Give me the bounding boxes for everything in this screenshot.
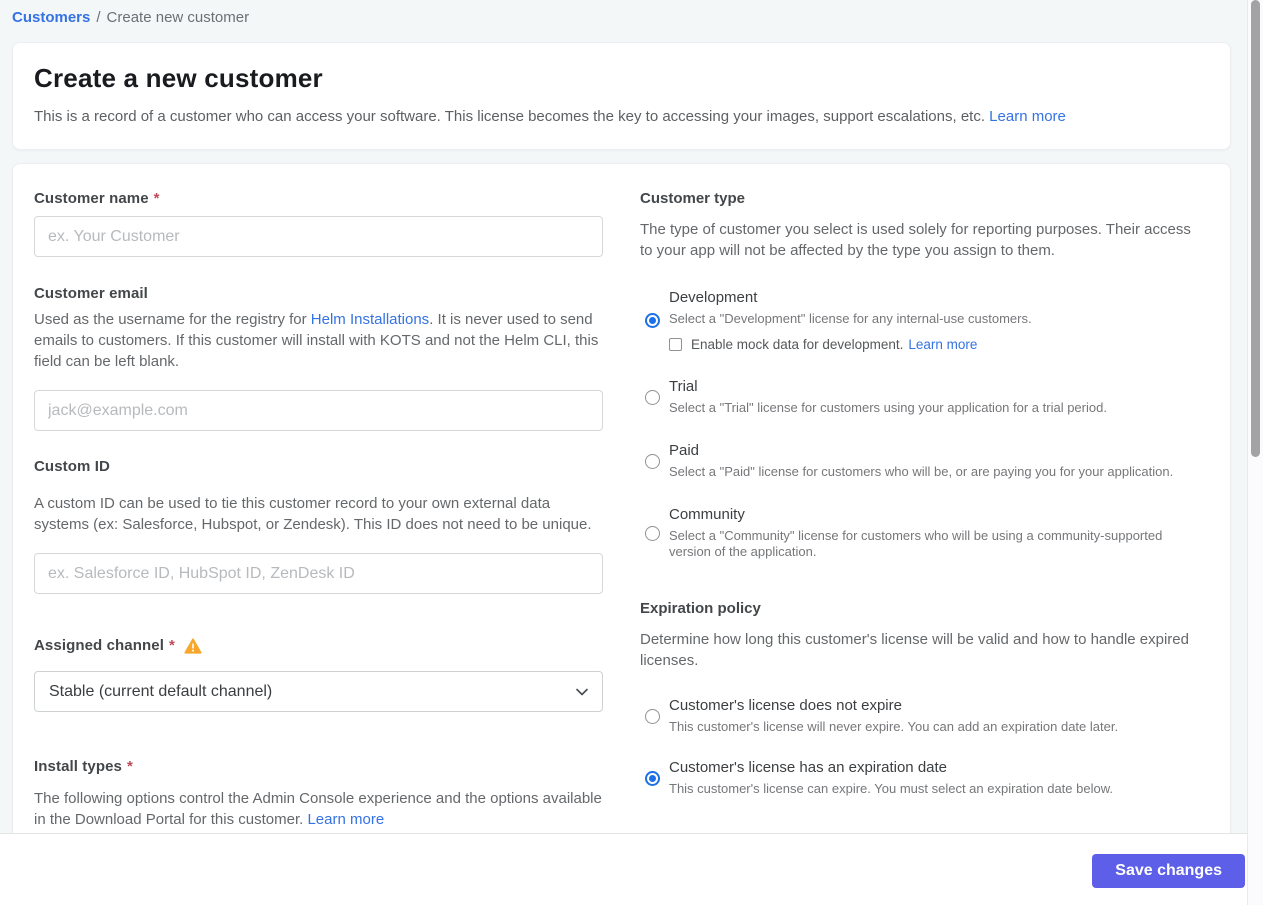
customer-name-input[interactable]	[34, 216, 603, 257]
community-option-content: Community Select a "Community" license f…	[669, 506, 1206, 560]
custom-id-description: A custom ID can be used to tie this cust…	[34, 495, 592, 533]
custom-id-input[interactable]	[34, 553, 603, 594]
trial-radio[interactable]	[645, 389, 660, 405]
no-expire-option-content: Customer's license does not expire This …	[669, 697, 1206, 735]
chevron-down-icon	[576, 683, 588, 701]
header-learn-more-link[interactable]: Learn more	[989, 108, 1066, 125]
expiration-option-has-date: Customer's license has an expiration dat…	[640, 759, 1206, 797]
custom-id-label: Custom ID	[34, 458, 603, 475]
required-asterisk: *	[153, 190, 160, 207]
community-title: Community	[669, 506, 745, 523]
breadcrumb: Customers / Create new customer	[12, 9, 249, 26]
development-description: Select a "Development" license for any i…	[669, 311, 1032, 326]
assigned-channel-select[interactable]: Stable (current default channel)	[34, 671, 603, 712]
form-left-column: Customer name* Customer email Used as th…	[34, 190, 603, 830]
install-types-description: The following options control the Admin …	[34, 788, 603, 830]
custom-id-section: Custom ID A custom ID can be used to tie…	[34, 458, 603, 594]
assigned-channel-label: Assigned channel *	[34, 637, 603, 654]
trial-description: Select a "Trial" license for customers u…	[669, 400, 1107, 415]
development-option-content: Development Select a "Development" licen…	[669, 289, 1206, 352]
has-expiration-description: This customer's license can expire. You …	[669, 781, 1113, 796]
customer-email-desc-before: Used as the username for the registry fo…	[34, 311, 311, 328]
expiration-policy-description: Determine how long this customer's licen…	[640, 631, 1189, 669]
development-radio[interactable]	[645, 313, 660, 328]
has-expiration-option-content: Customer's license has an expiration dat…	[669, 759, 1206, 797]
customer-email-label-text: Customer email	[34, 285, 148, 302]
expiration-policy-options: Customer's license does not expire This …	[640, 697, 1206, 797]
customer-type-options: Development Select a "Development" licen…	[640, 289, 1206, 560]
expiration-policy-section: Expiration policy Determine how long thi…	[640, 600, 1206, 797]
save-changes-button[interactable]: Save changes	[1092, 853, 1245, 888]
customer-name-section: Customer name *	[34, 190, 603, 257]
page-title: Create a new customer	[34, 63, 323, 93]
paid-title: Paid	[669, 442, 700, 459]
paid-description: Select a "Paid" license for customers wh…	[669, 464, 1174, 479]
customer-email-section: Customer email Used as the username for …	[34, 285, 603, 431]
community-description: Select a "Community" license for custome…	[669, 528, 1163, 559]
breadcrumb-current: Create new customer	[106, 9, 250, 26]
customer-email-input[interactable]	[34, 390, 603, 431]
paid-radio[interactable]	[645, 453, 660, 469]
no-expire-radio[interactable]	[645, 708, 660, 724]
no-expire-description: This customer's license will never expir…	[669, 719, 1119, 734]
mock-data-checkbox[interactable]	[669, 338, 682, 351]
customer-email-description: Used as the username for the registry fo…	[34, 309, 603, 372]
required-asterisk: *	[127, 758, 133, 775]
page-description: This is a record of a customer who can a…	[34, 108, 1209, 125]
has-expiration-radio[interactable]	[645, 770, 660, 786]
scrollbar-thumb[interactable]	[1251, 0, 1260, 457]
warning-triangle-icon	[184, 637, 202, 654]
custom-id-label-text: Custom ID	[34, 458, 110, 475]
install-types-learn-more-link[interactable]: Learn more	[307, 811, 384, 828]
community-radio[interactable]	[645, 525, 660, 541]
assigned-channel-section: Assigned channel * Stable (current defaul…	[34, 637, 603, 712]
breadcrumb-separator: /	[96, 9, 101, 26]
mock-data-checkbox-row: Enable mock data for development. Learn …	[669, 337, 1206, 352]
customer-type-section: Customer type The type of customer you s…	[640, 190, 1206, 560]
customer-name-label-text: Customer name	[34, 190, 149, 207]
expiration-option-no-expire: Customer's license does not expire This …	[640, 697, 1206, 735]
install-types-label: Install types *	[34, 758, 603, 775]
create-customer-form-card: Customer name* Customer email Used as th…	[12, 163, 1231, 905]
customer-type-option-paid: Paid Select a "Paid" license for custome…	[640, 442, 1206, 480]
trial-option-content: Trial Select a "Trial" license for custo…	[669, 378, 1206, 416]
breadcrumb-customers-link[interactable]: Customers	[12, 9, 90, 26]
assigned-channel-selected-value: Stable (current default channel)	[49, 682, 273, 700]
page-header-card: Create a new customer This is a record o…	[12, 42, 1231, 150]
install-types-label-text: Install types	[34, 758, 122, 775]
mock-data-learn-more-link[interactable]: Learn more	[908, 337, 977, 352]
scrollbar-track[interactable]	[1247, 0, 1263, 905]
page-description-text: This is a record of a customer who can a…	[34, 108, 985, 125]
mock-data-checkbox-label: Enable mock data for development.	[691, 337, 904, 352]
expiration-policy-label: Expiration policy	[640, 600, 761, 617]
form-footer-bar: Save changes	[0, 833, 1247, 905]
customer-type-label: Customer type	[640, 190, 746, 207]
required-asterisk: *	[168, 637, 175, 654]
form-right-column: Customer type The type of customer you s…	[640, 190, 1206, 821]
customer-type-option-trial: Trial Select a "Trial" license for custo…	[640, 378, 1206, 416]
customer-email-label: Customer email	[34, 285, 603, 302]
customer-type-description: The type of customer you select is used …	[640, 221, 1191, 259]
customer-type-option-development: Development Select a "Development" licen…	[640, 289, 1206, 352]
install-types-section: Install types * The following options con…	[34, 758, 603, 830]
helm-installations-link[interactable]: Helm Installations	[311, 311, 429, 328]
no-expire-title: Customer's license does not expire	[669, 697, 902, 714]
paid-option-content: Paid Select a "Paid" license for custome…	[669, 442, 1206, 480]
customer-name-label: Customer name *	[34, 190, 603, 207]
assigned-channel-label-text: Assigned channel	[34, 637, 164, 654]
trial-title: Trial	[669, 378, 698, 395]
has-expiration-title: Customer's license has an expiration dat…	[669, 759, 948, 776]
customer-type-option-community: Community Select a "Community" license f…	[640, 506, 1206, 560]
development-title: Development	[669, 289, 758, 306]
